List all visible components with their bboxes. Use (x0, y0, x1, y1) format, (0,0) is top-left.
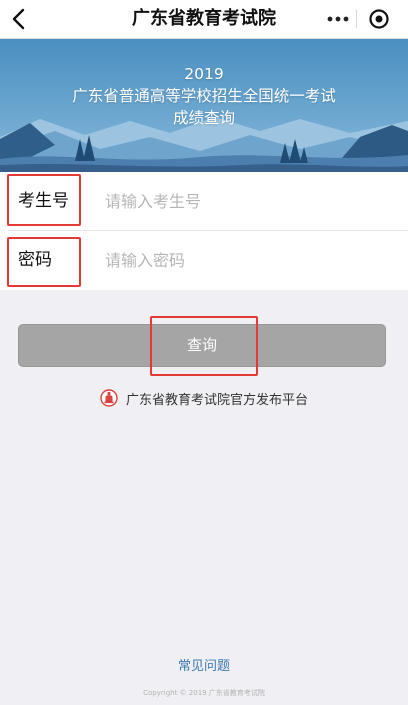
top-nav-bar: 广东省教育考试院 (0, 0, 408, 39)
copyright-text: Copyright © 2019 广东省教育考试院 (143, 689, 265, 697)
password-highlight-box (7, 237, 81, 287)
exam-number-highlight-box (7, 174, 81, 226)
banner-heading: 2019 广东省普通高等学校招生全国统一考试 成绩查询 (0, 63, 408, 129)
password-input[interactable] (100, 240, 400, 280)
header-banner: 2019 广东省普通高等学校招生全国统一考试 成绩查询 (0, 39, 408, 172)
back-button[interactable] (2, 2, 36, 36)
official-platform-text: 广东省教育考试院官方发布平台 (125, 392, 308, 408)
close-miniprogram-button[interactable] (364, 5, 394, 33)
target-circle-icon (369, 9, 389, 29)
emblem-icon (100, 389, 118, 407)
page-title: 广东省教育考试院 (132, 8, 276, 29)
more-menu-button[interactable] (322, 8, 354, 30)
banner-year: 2019 (184, 65, 224, 83)
chevron-left-icon (12, 8, 25, 30)
banner-subtitle: 成绩查询 (172, 109, 235, 127)
query-button-highlight-box (150, 316, 258, 376)
nav-divider (356, 10, 357, 28)
exam-number-input[interactable] (100, 181, 400, 221)
banner-exam-name: 广东省普通高等学校招生全国统一考试 (72, 87, 336, 105)
more-dots-icon (327, 16, 349, 22)
official-platform-notice: 广东省教育考试院官方发布平台 (0, 386, 408, 410)
faq-link[interactable]: 常见问题 (0, 655, 408, 674)
